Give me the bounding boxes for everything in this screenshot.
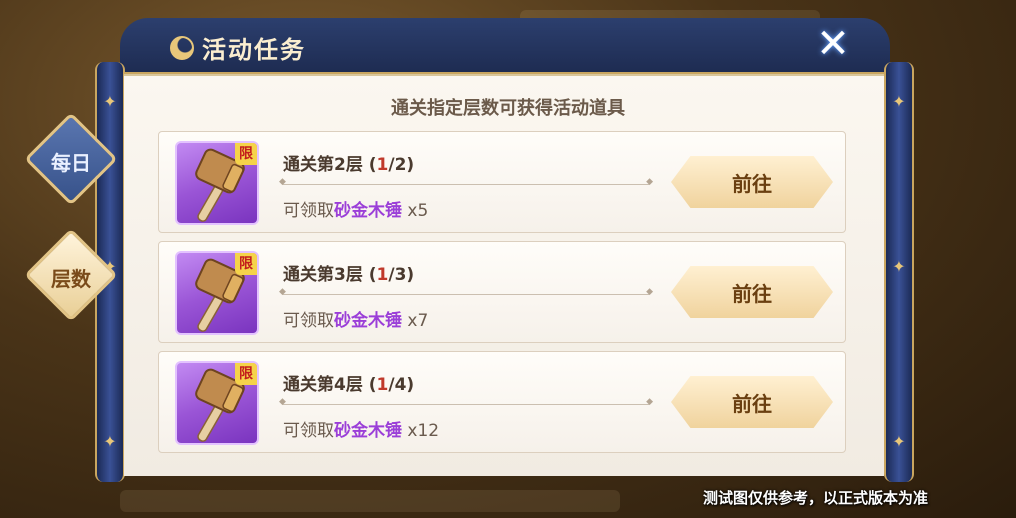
- task-reward: 可领取砂金木锤 x12: [283, 416, 439, 441]
- task-title-text: 通关第4层: [283, 375, 363, 395]
- task-title: 通关第2层 (1/2): [283, 150, 414, 175]
- limited-badge: 限: [235, 363, 257, 385]
- moon-icon: [170, 35, 194, 60]
- reward-item-slot[interactable]: 限: [175, 251, 259, 335]
- reward-item-slot[interactable]: 限: [175, 361, 259, 445]
- reward-quantity: x5: [407, 201, 429, 221]
- window-title: 活动任务: [202, 36, 306, 64]
- reward-prefix: 可领取: [283, 421, 334, 441]
- disclaimer-text: 测试图仅供参考，以正式版本为准: [702, 489, 928, 507]
- star-icon: ✦: [892, 257, 906, 276]
- task-progress-total: /2): [388, 155, 415, 175]
- limited-badge: 限: [235, 143, 257, 165]
- task-progress-total: /4): [388, 375, 415, 395]
- task-divider: [279, 397, 653, 407]
- task-title: 通关第3层 (1/3): [283, 260, 414, 285]
- task-progress-current: 1: [376, 375, 389, 395]
- go-button[interactable]: 前往: [671, 376, 833, 428]
- reward-item-name: 砂金木锤: [334, 421, 402, 441]
- tab-floors-label[interactable]: 层数: [21, 263, 121, 292]
- reward-item-slot[interactable]: 限: [175, 141, 259, 225]
- task-divider: [279, 287, 653, 297]
- task-row: 限 通关第2层 (1/2) 可领取砂金木锤 x5 前往: [158, 131, 846, 233]
- reward-quantity: x12: [407, 421, 440, 441]
- close-button[interactable]: ✕: [812, 24, 854, 66]
- reward-prefix: 可领取: [283, 201, 334, 221]
- task-title-text: 通关第3层: [283, 265, 363, 285]
- close-icon: ✕: [816, 21, 850, 67]
- reward-item-name: 砂金木锤: [334, 201, 402, 221]
- background-strip: [120, 490, 620, 512]
- task-progress-open: (: [368, 155, 377, 175]
- task-progress-open: (: [368, 265, 377, 285]
- task-progress-current: 1: [376, 265, 389, 285]
- tab-daily-label[interactable]: 每日: [21, 147, 121, 176]
- limited-badge: 限: [235, 253, 257, 275]
- reward-item-name: 砂金木锤: [334, 311, 402, 331]
- scroll-roller-right: ✦ ✦ ✦: [884, 62, 914, 482]
- task-progress-open: (: [368, 375, 377, 395]
- task-row: 限 通关第3层 (1/3) 可领取砂金木锤 x7 前往: [158, 241, 846, 343]
- go-button[interactable]: 前往: [671, 156, 833, 208]
- task-title: 通关第4层 (1/4): [283, 370, 414, 395]
- task-progress-total: /3): [388, 265, 415, 285]
- task-progress-current: 1: [376, 155, 389, 175]
- star-icon: ✦: [103, 432, 117, 451]
- task-reward: 可领取砂金木锤 x7: [283, 306, 428, 331]
- window-title-group: 活动任务: [170, 30, 306, 65]
- reward-quantity: x7: [407, 311, 429, 331]
- panel-subtitle: 通关指定层数可获得活动道具: [391, 98, 625, 119]
- go-button[interactable]: 前往: [671, 266, 833, 318]
- reward-prefix: 可领取: [283, 311, 334, 331]
- star-icon: ✦: [892, 432, 906, 451]
- task-title-text: 通关第2层: [283, 155, 363, 175]
- task-reward: 可领取砂金木锤 x5: [283, 196, 428, 221]
- task-divider: [279, 177, 653, 187]
- task-row: 限 通关第4层 (1/4) 可领取砂金木锤 x12 前往: [158, 351, 846, 453]
